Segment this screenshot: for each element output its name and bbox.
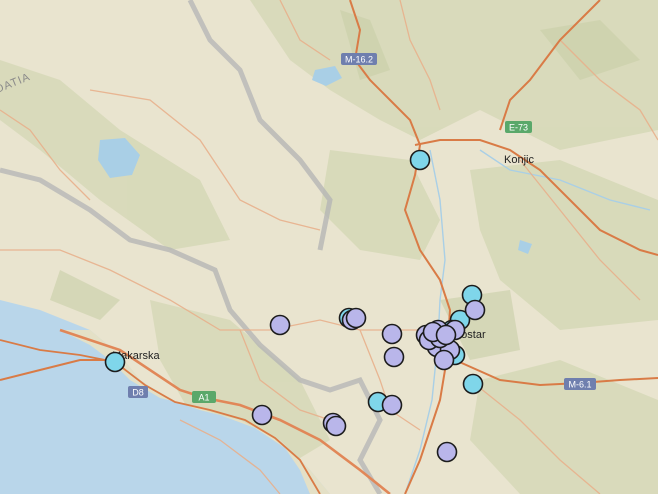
basemap: Mostar Konjic Makarska CROATIA M-16.2 E-… <box>0 0 658 494</box>
map-marker-purple[interactable] <box>464 299 486 321</box>
map-marker-purple[interactable] <box>381 323 403 345</box>
map-marker-purple[interactable] <box>435 324 457 346</box>
map-marker-purple[interactable] <box>251 404 273 426</box>
map-marker-purple[interactable] <box>383 346 405 368</box>
svg-text:D8: D8 <box>132 388 144 398</box>
shield-m16-2: M-16.2 <box>341 53 377 65</box>
map-marker-purple[interactable] <box>325 415 347 437</box>
map-marker-purple[interactable] <box>381 394 403 416</box>
map-marker-purple[interactable] <box>436 441 458 463</box>
svg-text:M-16.2: M-16.2 <box>345 55 373 65</box>
shield-a1: A1 <box>192 391 216 403</box>
map-marker-blue[interactable] <box>409 149 431 171</box>
svg-text:E-73: E-73 <box>509 123 528 133</box>
svg-text:M-6.1: M-6.1 <box>568 380 591 390</box>
shield-e73: E-73 <box>505 121 532 133</box>
map-marker-purple[interactable] <box>345 307 367 329</box>
shield-d8: D8 <box>128 386 148 398</box>
label-konjic: Konjic <box>504 154 534 166</box>
shield-m6-1: M-6.1 <box>564 378 596 390</box>
map-marker-purple[interactable] <box>433 349 455 371</box>
map-marker-blue[interactable] <box>462 373 484 395</box>
map-marker-blue[interactable] <box>104 351 126 373</box>
map-marker-purple[interactable] <box>269 314 291 336</box>
svg-text:A1: A1 <box>198 393 209 403</box>
map-view[interactable]: Mostar Konjic Makarska CROATIA M-16.2 E-… <box>0 0 658 494</box>
